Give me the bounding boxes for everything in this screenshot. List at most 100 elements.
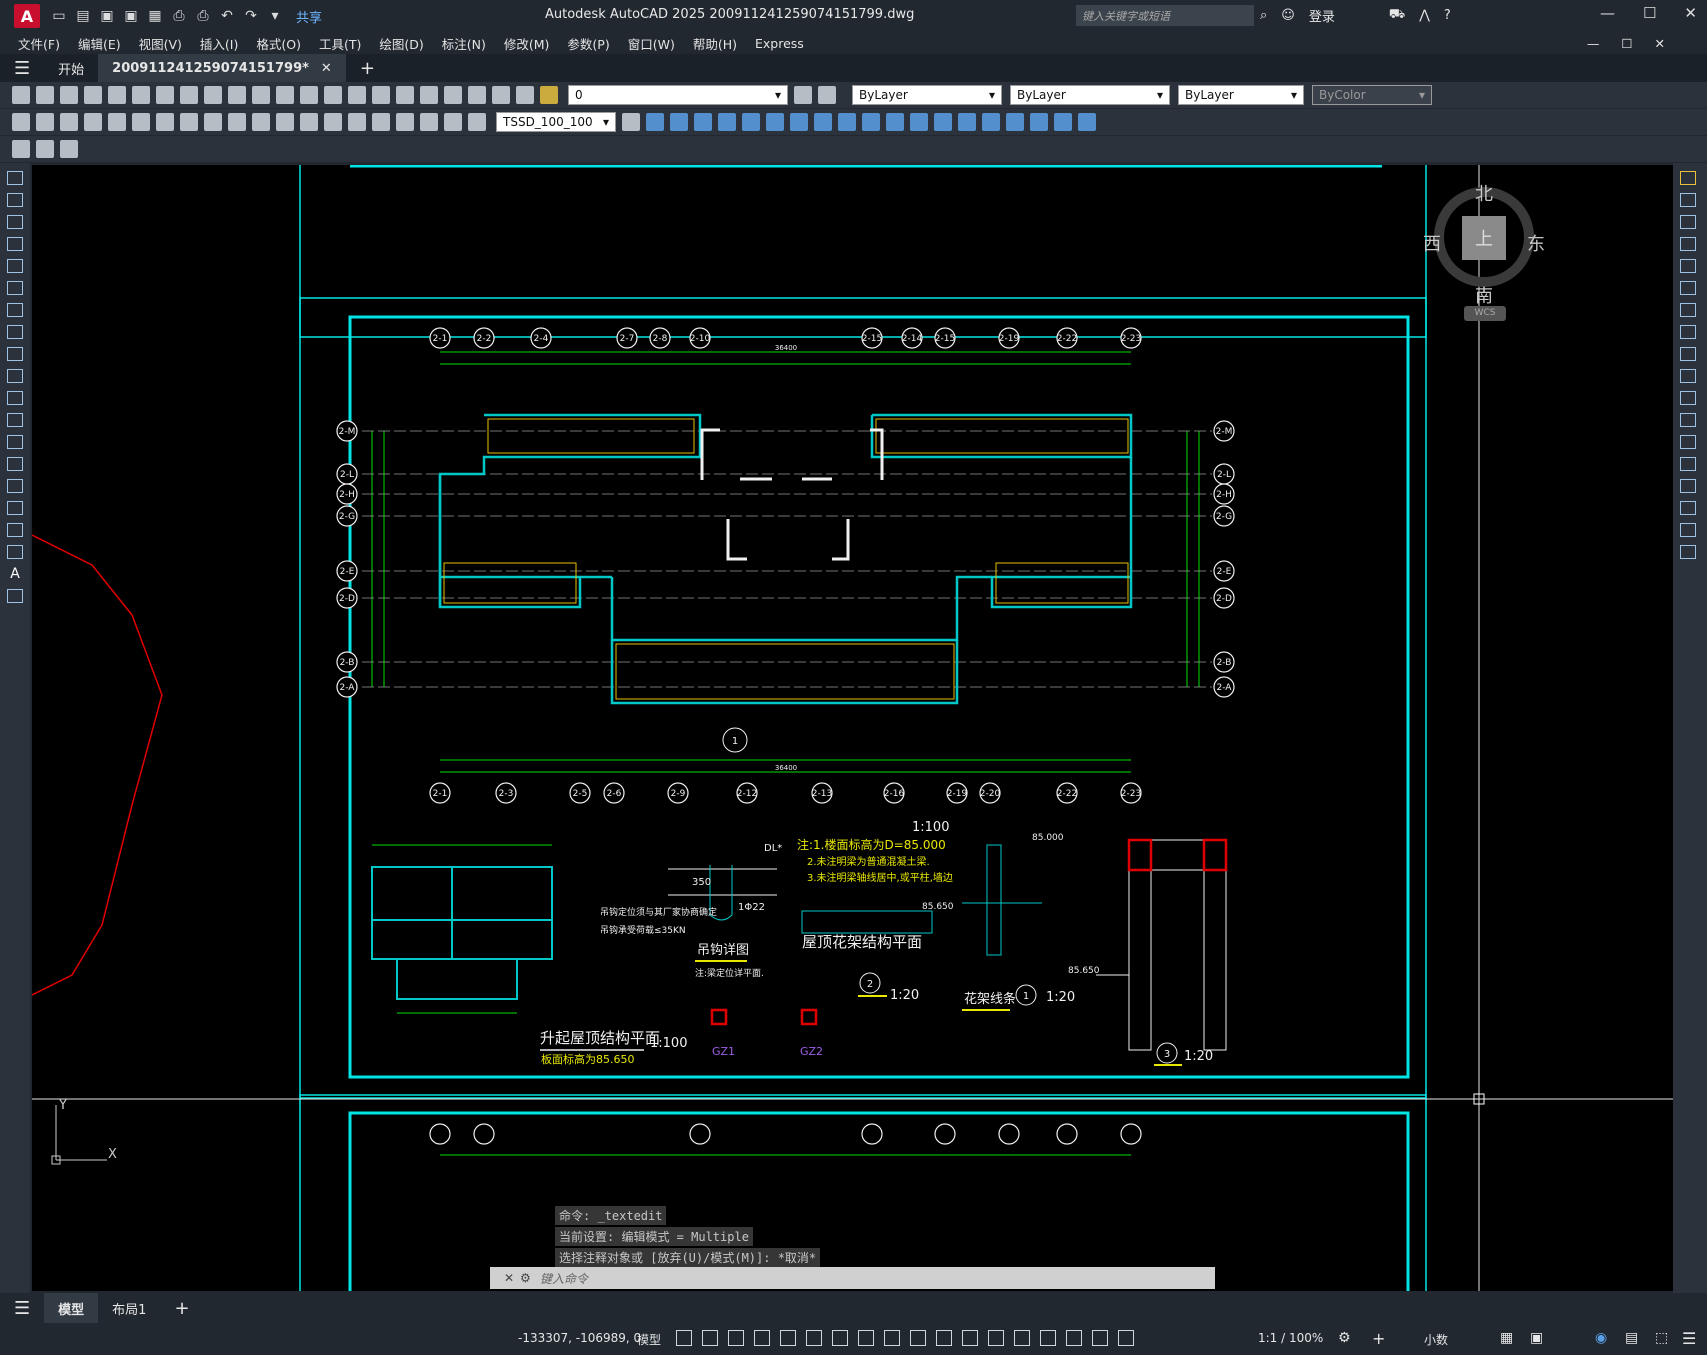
snap-toggle-icon[interactable]	[702, 1330, 718, 1346]
zoom-realtime-icon[interactable]	[324, 86, 342, 104]
search-input[interactable]: 键入关键字或短语	[1076, 5, 1254, 26]
spline-icon[interactable]	[7, 347, 23, 361]
dim-style-icon[interactable]	[622, 113, 640, 131]
break-icon[interactable]	[1680, 435, 1696, 449]
3d-osnap-icon[interactable]	[988, 1330, 1004, 1346]
close-icon[interactable]: ✕	[1684, 4, 1697, 22]
move-icon[interactable]	[1680, 281, 1696, 295]
sheet-set-icon[interactable]	[468, 86, 486, 104]
annotation-plus-icon[interactable]: +	[1372, 1329, 1385, 1348]
transparency-icon[interactable]	[936, 1330, 952, 1346]
menu-view[interactable]: 视图(V)	[139, 34, 182, 53]
fillet-icon[interactable]	[1680, 501, 1696, 515]
plot-icon[interactable]: ⎙	[170, 7, 188, 25]
angular-icon[interactable]	[180, 113, 198, 131]
preview-icon[interactable]	[108, 86, 126, 104]
tool-17-icon[interactable]	[1030, 113, 1048, 131]
revcloud-icon[interactable]	[7, 325, 23, 339]
jogged-linear-icon[interactable]	[396, 113, 414, 131]
model-space-toggle[interactable]: 模型	[637, 1331, 661, 1348]
viewcube-west[interactable]: 西	[1423, 230, 1441, 256]
search-icon[interactable]: ⌕	[1260, 8, 1267, 23]
center-mark-icon[interactable]	[348, 113, 366, 131]
clean-screen-icon[interactable]: ⬚	[1655, 1330, 1668, 1346]
gizmo-icon[interactable]	[1066, 1330, 1082, 1346]
polyline-icon[interactable]	[7, 215, 23, 229]
viewcube-south[interactable]: 南	[1475, 282, 1493, 308]
tool-13-icon[interactable]	[934, 113, 952, 131]
tool-11-icon[interactable]	[886, 113, 904, 131]
new-file-icon[interactable]: ▭	[50, 7, 68, 25]
dynamic-input-icon[interactable]	[754, 1330, 770, 1346]
add-selected-icon[interactable]	[7, 589, 23, 603]
break-point-icon[interactable]	[1680, 413, 1696, 427]
paste-icon[interactable]	[204, 86, 222, 104]
menu-edit[interactable]: 编辑(E)	[78, 34, 121, 53]
arc-length-icon[interactable]	[60, 113, 78, 131]
tab-close-icon[interactable]: ✕	[321, 61, 332, 76]
undo-icon[interactable]: ↶	[218, 7, 236, 25]
extra-tool-3-icon[interactable]	[60, 140, 78, 158]
object-track-icon[interactable]	[858, 1330, 874, 1346]
region-icon[interactable]	[7, 523, 23, 537]
dim-style-dropdown[interactable]: TSSD_100_100 ▾	[496, 112, 616, 132]
tool-9-icon[interactable]	[838, 113, 856, 131]
save-icon[interactable]	[60, 86, 78, 104]
lineweight-toggle-icon[interactable]	[910, 1330, 926, 1346]
join-icon[interactable]	[1680, 457, 1696, 471]
jogged-icon[interactable]	[132, 113, 150, 131]
auto-scale-icon[interactable]	[1118, 1330, 1134, 1346]
mtext-icon[interactable]: A	[7, 567, 23, 581]
linear-dim-icon[interactable]	[12, 113, 30, 131]
command-input[interactable]: ✕ ⚙ 键入命令	[490, 1267, 1215, 1289]
tool-10-icon[interactable]	[862, 113, 880, 131]
save-as-icon[interactable]: ▣	[122, 7, 140, 25]
rotate-icon[interactable]	[1680, 303, 1696, 317]
copy-object-icon[interactable]	[1680, 193, 1696, 207]
layer-previous-icon[interactable]	[818, 86, 836, 104]
tab-model[interactable]: 模型	[44, 1293, 99, 1323]
undo-icon[interactable]	[252, 86, 270, 104]
print-icon[interactable]	[84, 86, 102, 104]
tool-15-icon[interactable]	[982, 113, 1000, 131]
publish-icon[interactable]: ▦	[146, 7, 164, 25]
inspect-icon[interactable]	[372, 113, 390, 131]
menu-tools[interactable]: 工具(T)	[319, 34, 361, 53]
tool-18-icon[interactable]	[1054, 113, 1072, 131]
ellipse-icon[interactable]	[7, 369, 23, 383]
break-icon[interactable]	[300, 113, 318, 131]
dim-text-edit-icon[interactable]	[444, 113, 462, 131]
maximize-icon[interactable]: ☐	[1643, 4, 1656, 22]
open-icon[interactable]	[36, 86, 54, 104]
explode-icon[interactable]	[1680, 545, 1696, 559]
copy-icon[interactable]	[180, 86, 198, 104]
extend-icon[interactable]	[1680, 391, 1696, 405]
tab-layout1[interactable]: 布局1	[98, 1293, 160, 1323]
selection-cycling-icon[interactable]	[962, 1330, 978, 1346]
menu-dimension[interactable]: 标注(N)	[442, 34, 486, 53]
lock-ui-icon[interactable]: ▣	[1530, 1330, 1543, 1346]
menu-insert[interactable]: 插入(I)	[200, 34, 238, 53]
continue-icon[interactable]	[252, 113, 270, 131]
menu-express[interactable]: Express	[755, 36, 804, 51]
table-icon[interactable]	[7, 545, 23, 559]
annotation-visibility-icon[interactable]	[1092, 1330, 1108, 1346]
isolate-objects-icon[interactable]: ◉	[1595, 1330, 1607, 1346]
tool-6-icon[interactable]	[766, 113, 784, 131]
dim-update-icon[interactable]	[468, 113, 486, 131]
viewcube[interactable]: 上 北 南 西 东 WCS	[1414, 165, 1545, 345]
insert-block-icon[interactable]	[7, 413, 23, 427]
wcs-button[interactable]: WCS	[1464, 306, 1506, 321]
isodraft-icon[interactable]	[832, 1330, 848, 1346]
tool-3-icon[interactable]	[694, 113, 712, 131]
redo-icon[interactable]	[276, 86, 294, 104]
save-icon[interactable]: ▣	[98, 7, 116, 25]
cut-icon[interactable]	[156, 86, 174, 104]
tool-16-icon[interactable]	[1006, 113, 1024, 131]
tool-5-icon[interactable]	[742, 113, 760, 131]
autocad-logo[interactable]: A	[14, 4, 40, 28]
login-button[interactable]: 登录	[1309, 6, 1335, 25]
point-icon[interactable]	[7, 457, 23, 471]
baseline-icon[interactable]	[228, 113, 246, 131]
offset-icon[interactable]	[1680, 237, 1696, 251]
